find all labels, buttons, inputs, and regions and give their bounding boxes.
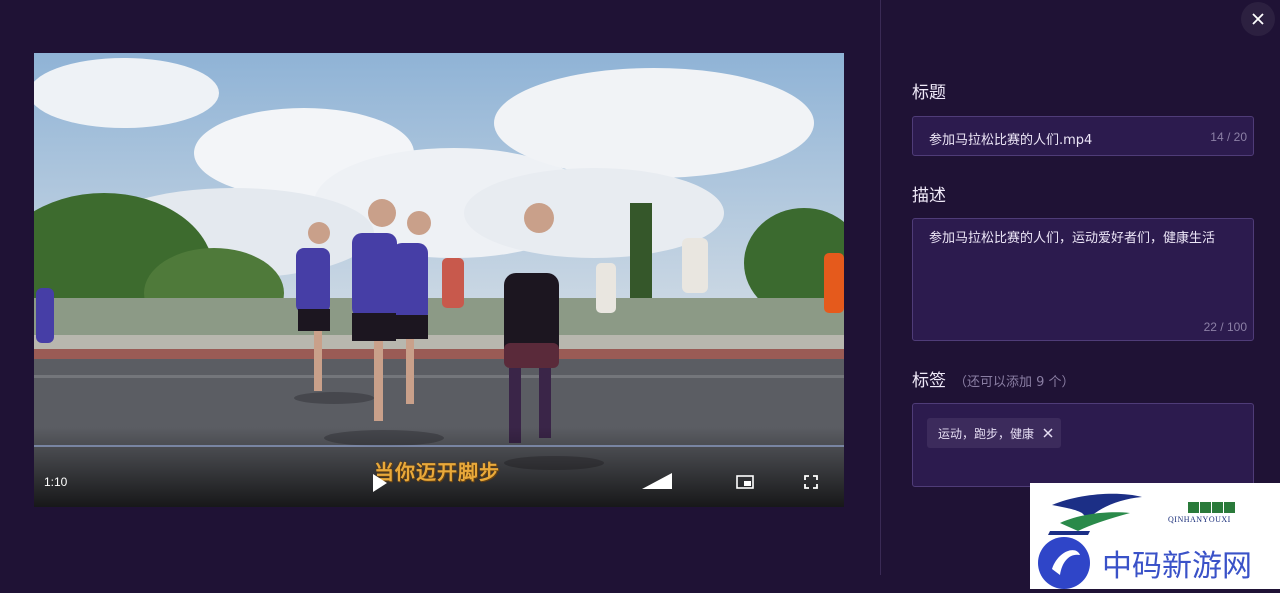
title-char-counter: 14 / 20 [1210, 130, 1247, 144]
playback-time: 1:10 [44, 475, 68, 489]
volume-slider[interactable] [640, 471, 674, 491]
seek-bar[interactable] [34, 445, 844, 447]
title-label: 标题 [912, 83, 946, 103]
watermark-text: 中码新游网 [1102, 549, 1252, 584]
tag-remove-icon[interactable] [1043, 428, 1053, 438]
play-button[interactable] [370, 472, 390, 494]
tag-chip-label: 运动，跑步，健康 [938, 426, 1035, 441]
video-player[interactable]: 当你迈开脚步 1:10 [34, 53, 844, 507]
title-input[interactable]: 参加马拉松比赛的人们.mp4 14 / 20 [912, 116, 1254, 156]
description-char-counter: 22 / 100 [1203, 320, 1247, 334]
title-input-value: 参加马拉松比赛的人们.mp4 [929, 133, 1093, 148]
picture-in-picture-icon [736, 475, 754, 489]
fullscreen-icon [804, 475, 818, 489]
description-textarea[interactable]: 参加马拉松比赛的人们，运动爱好者们，健康生活 22 / 100 [912, 218, 1254, 341]
description-value: 参加马拉松比赛的人们，运动爱好者们，健康生活 [929, 231, 1216, 246]
panel-divider [880, 0, 881, 575]
close-icon [1252, 13, 1264, 25]
picture-in-picture-button[interactable] [735, 473, 755, 491]
description-label: 描述 [912, 186, 946, 206]
tags-hint: （还可以添加 9 个） [954, 375, 1075, 390]
close-button[interactable] [1241, 2, 1275, 36]
tag-chip: 运动，跑步，健康 [927, 418, 1062, 448]
watermark-brand: QINHANYOUXI [1168, 515, 1231, 524]
video-subtitle: 当你迈开脚步 [374, 460, 500, 484]
volume-icon [642, 473, 672, 489]
tags-label: 标签 （还可以添加 9 个） [912, 366, 1075, 391]
tags-input[interactable]: 运动，跑步，健康 [912, 403, 1254, 487]
fullscreen-button[interactable] [803, 474, 819, 490]
tags-label-text: 标签 [912, 371, 946, 391]
play-icon [373, 474, 387, 492]
